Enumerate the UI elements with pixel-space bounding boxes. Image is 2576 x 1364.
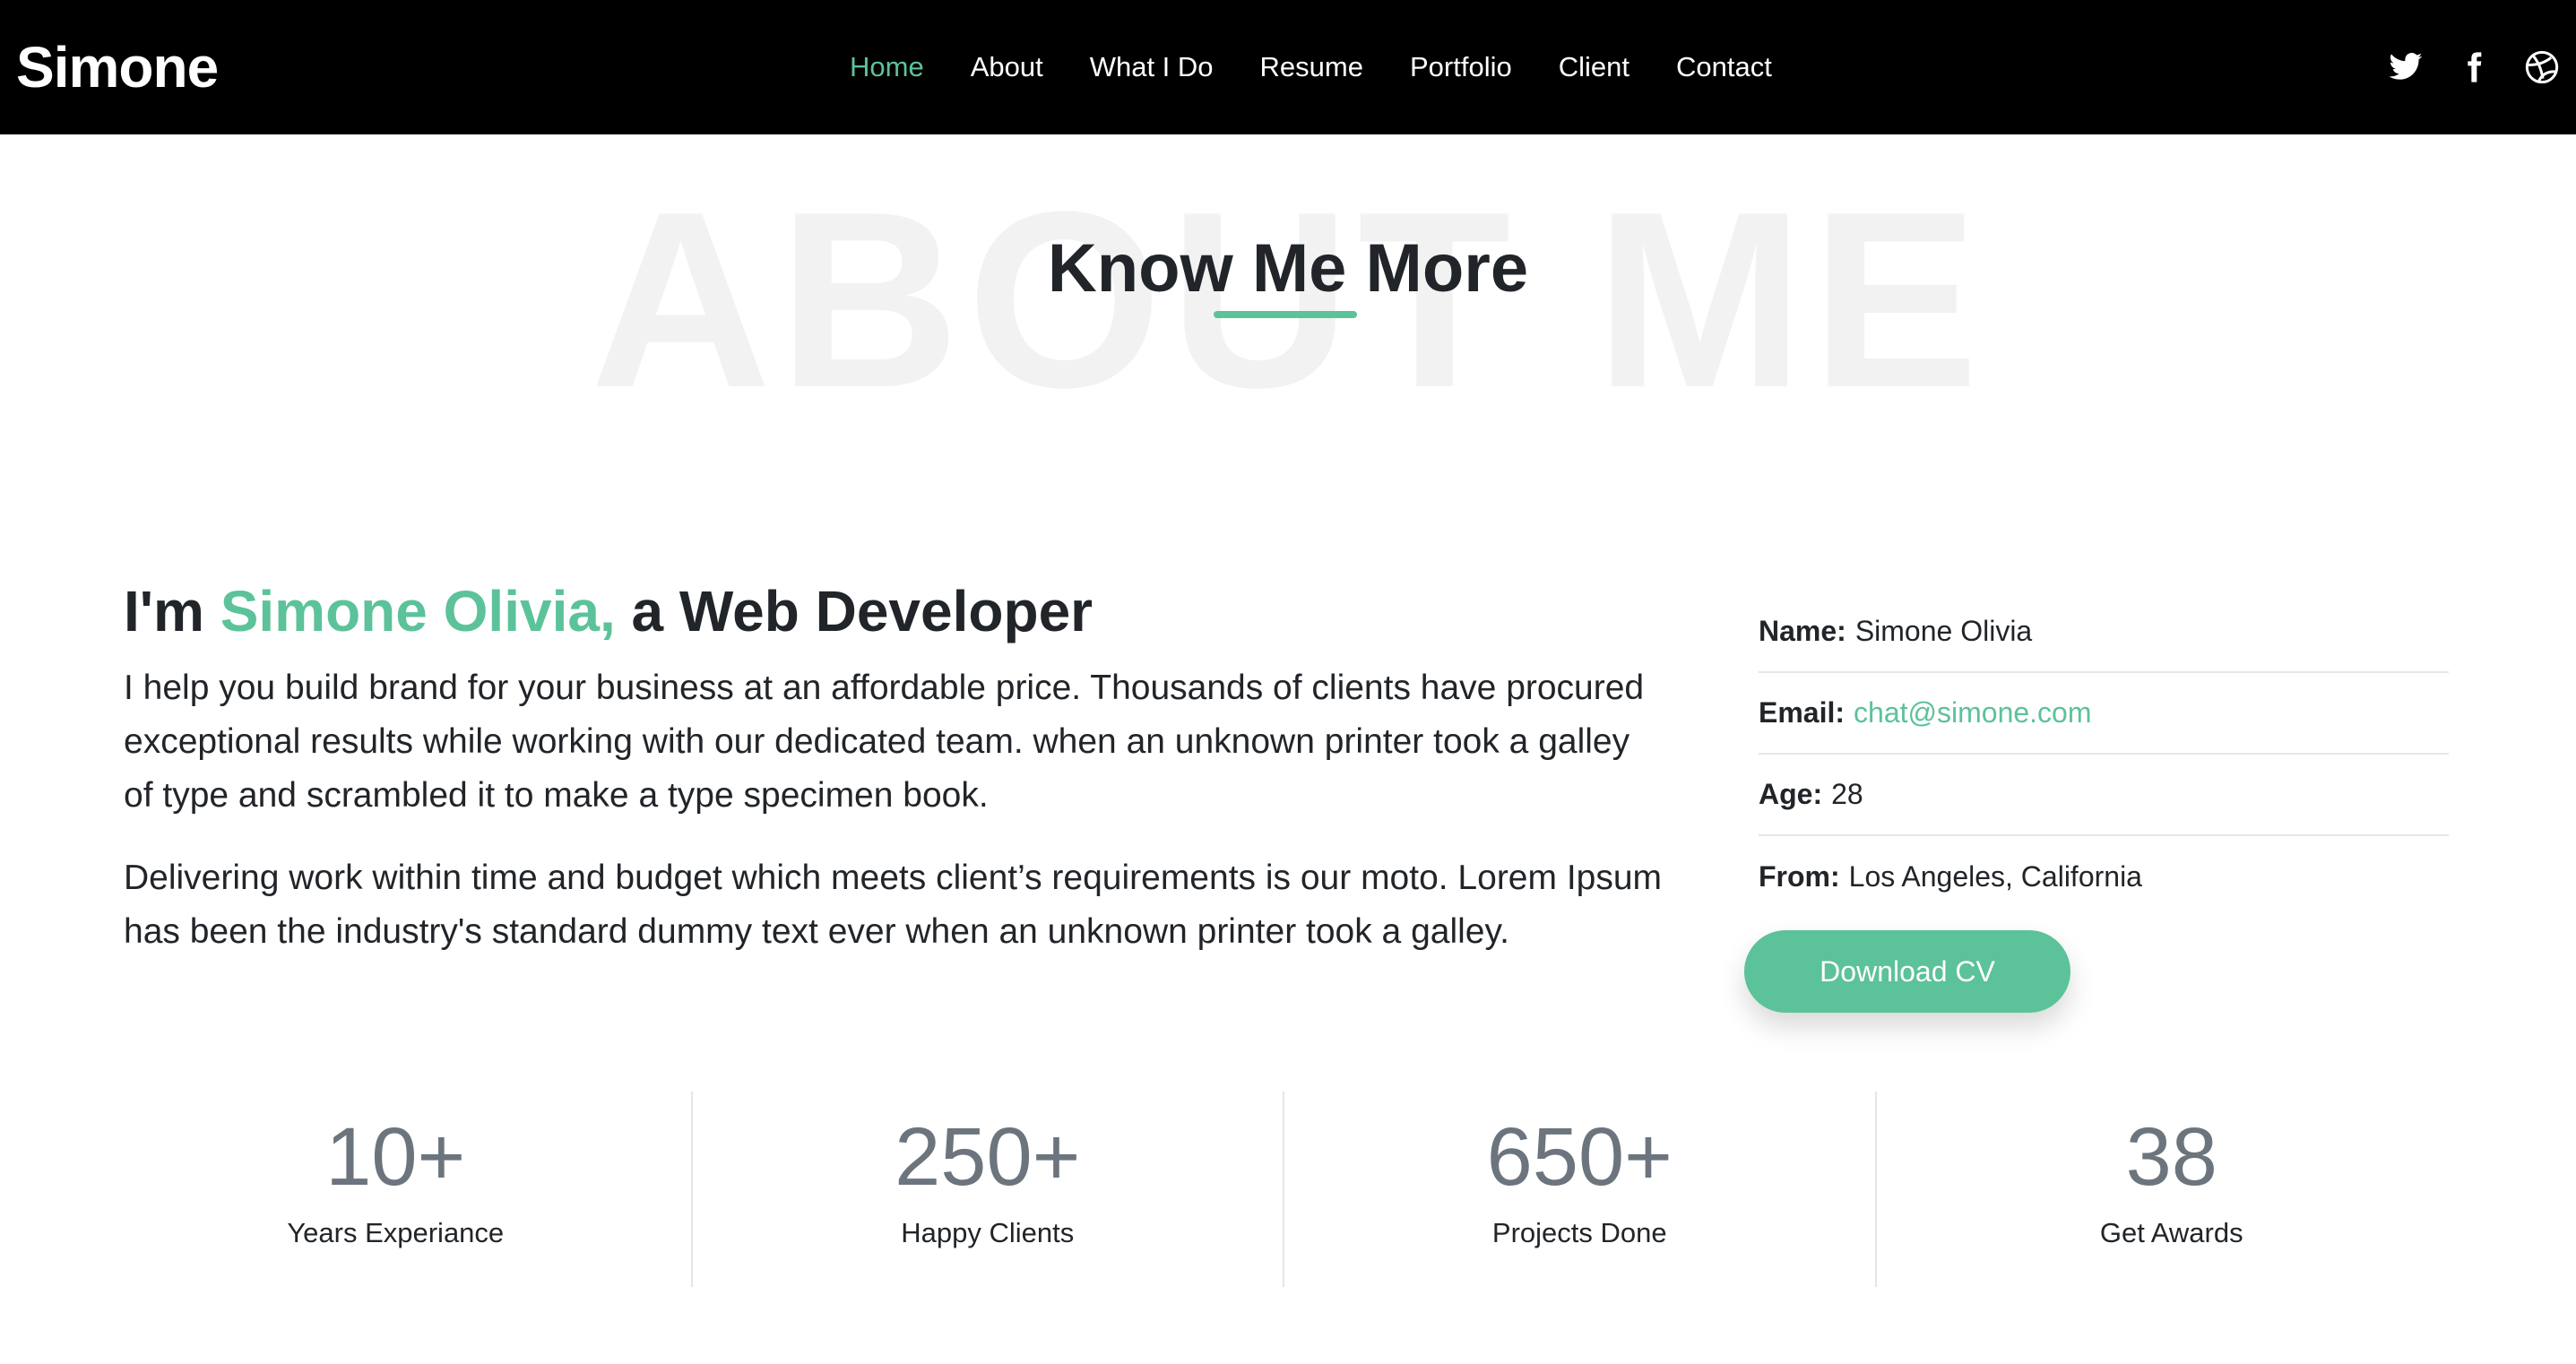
stat-label: Get Awards [2099,1217,2243,1248]
brand-logo[interactable]: Simone [16,0,219,134]
nav-home[interactable]: Home [850,51,924,83]
top-navbar: Simone Home About What I Do Resume Portf… [0,0,2576,134]
nav-portfolio[interactable]: Portfolio [1410,51,1512,83]
stat-number: 650+ [1486,1111,1673,1203]
personal-details: Name: Simone Olivia Email: chat@simone.c… [1759,591,2449,918]
detail-name-value: Simone Olivia [1854,615,2033,647]
detail-email: Email: chat@simone.com [1759,673,2449,755]
detail-age-value: 28 [1831,778,1863,810]
twitter-icon[interactable] [2388,49,2424,85]
stats-row: 10+ Years Experiance 250+ Happy Clients … [100,1092,2467,1287]
stat-number: 250+ [895,1111,1081,1203]
dribbble-icon[interactable] [2524,49,2560,85]
nav-contact[interactable]: Contact [1676,51,1772,83]
intro-heading-suffix: a Web Developer [615,579,1094,643]
intro-heading-name: Simone Olivia, [220,579,616,643]
detail-name-label: Name: [1759,615,1846,647]
stat-item: 10+ Years Experiance [100,1092,693,1287]
page: Simone Home About What I Do Resume Portf… [0,0,2576,1364]
nav-resume[interactable]: Resume [1260,51,1363,83]
detail-from-label: From: [1759,860,1840,893]
detail-from: From: Los Angeles, California [1759,836,2449,918]
stat-label: Years Experiance [287,1217,505,1248]
detail-name: Name: Simone Olivia [1759,591,2449,673]
email-link[interactable]: chat@simone.com [1854,696,2091,729]
nav-client[interactable]: Client [1559,51,1629,83]
title-underline [1214,311,1357,318]
detail-age-label: Age: [1759,778,1823,810]
nav-what-i-do[interactable]: What I Do [1090,51,1214,83]
intro-heading-prefix: I'm [124,579,220,643]
intro-paragraph-2: Delivering work within time and budget w… [124,859,1663,951]
section-title: Know Me More [1047,230,1529,306]
stat-number: 38 [2125,1111,2217,1203]
detail-age: Age: 28 [1759,755,2449,836]
intro-heading: I'm Simone Olivia, a Web Developer [124,574,1737,649]
download-cv-button[interactable]: Download CV [1744,930,2070,1013]
nav-about[interactable]: About [971,51,1043,83]
detail-email-label: Email: [1759,696,1846,729]
detail-from-value: Los Angeles, California [1848,860,2142,893]
stat-label: Happy Clients [901,1217,1075,1248]
social-links [2388,0,2560,134]
stat-item: 650+ Projects Done [1284,1092,1877,1287]
intro-paragraph-1: I help you build brand for your business… [124,669,1645,815]
stat-item: 38 Get Awards [1877,1092,2468,1287]
stat-number: 10+ [325,1111,466,1203]
facebook-icon[interactable] [2456,49,2492,85]
stat-label: Projects Done [1491,1217,1667,1248]
stat-item: 250+ Happy Clients [693,1092,1284,1287]
main-nav: Home About What I Do Resume Portfolio Cl… [850,0,1819,134]
